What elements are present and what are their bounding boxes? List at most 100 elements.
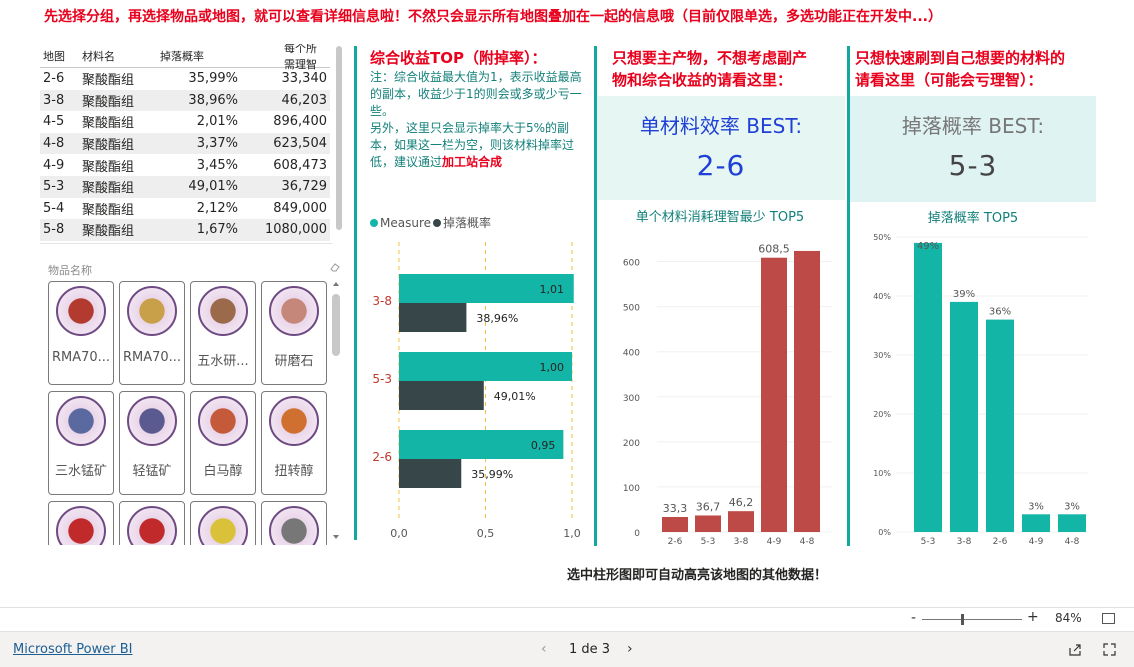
panel1-note-highlight: 加工站合成	[442, 155, 503, 169]
panel3-title-line2: 请看这里（可能会亏理智）：	[855, 71, 1043, 89]
cell-sanity: 33,340	[281, 71, 328, 87]
panel1-note-line2: 另外，这里只会显示掉率大于5%的副本，如果这一栏为空，则该材料掉率过低，建议通过…	[370, 120, 582, 171]
table-header: 地图 材料名 掉落概率 每个所需理智	[40, 44, 330, 71]
zoom-in-button[interactable]: +	[1027, 609, 1039, 625]
x-tick-label: 4-8	[1065, 537, 1080, 547]
slicer-item-label: 三水锰矿	[54, 464, 107, 479]
slicer-scroll-thumb[interactable]	[332, 294, 340, 356]
cell-droprate: 49,01%	[188, 179, 238, 195]
bar-label-droprate: 38,96%	[476, 312, 518, 325]
panel3-title-line1: 只想快速刷到自己想要的材料的	[855, 49, 1066, 67]
bar	[950, 301, 978, 532]
table-row[interactable]: 4-9 聚酸酯组 3,45% 608,473	[40, 154, 330, 176]
panel1-note-line1: 注：综合收益最大值为1，表示收益最高的副本，收益少于1的则会或多或少亏一些。	[370, 70, 582, 118]
cell-sanity: 36,729	[281, 179, 328, 195]
table-scrollbar[interactable]	[336, 46, 342, 230]
x-tick-label: 2-6	[668, 537, 683, 547]
table-row[interactable]: 4-8 聚酸酯组 3,37% 623,504	[40, 132, 330, 155]
map-table[interactable]: 地图 材料名 掉落概率 每个所需理智 2-6 聚酸酯组 35,99% 33,340 3-…	[40, 44, 330, 244]
table-row[interactable]: 3-8 聚酸酯组 38,96% 46,203	[40, 89, 330, 112]
cell-droprate: 2,01%	[196, 114, 238, 130]
cell-droprate: 3,45%	[196, 157, 238, 173]
bar-data-label: 36%	[989, 307, 1011, 318]
bar	[662, 516, 688, 532]
sanity-cost-chart[interactable]: 0 100 200 300 400 500 600 33,3 2-6 36,7 5-3 46,2 3-8…	[600, 228, 842, 550]
slicer-item[interactable]: 轻锰矿	[119, 391, 185, 495]
cell-material: 聚酸酯组	[82, 202, 135, 218]
panel1-title: 综合收益TOP（附掉率）：	[370, 49, 547, 67]
x-tick-label: 4-9	[1029, 537, 1044, 547]
cell-material: 聚酸酯组	[82, 138, 135, 154]
grindstone-icon	[269, 286, 319, 336]
bar-data-label: 3%	[1028, 501, 1044, 512]
table-row[interactable]: 2-6 聚酸酯组 35,99% 33,340	[40, 68, 330, 90]
legend-marker-measure	[370, 219, 378, 227]
bar	[695, 515, 721, 532]
droprate-kpi-label: 掉落概率 BEST:	[901, 114, 1045, 138]
x-tick-label: 3-8	[957, 537, 972, 547]
bar	[986, 319, 1014, 532]
slicer-item[interactable]	[261, 501, 327, 545]
zoom-slider-thumb[interactable]	[961, 614, 964, 625]
slicer-item[interactable]: 三水锰矿	[48, 391, 114, 495]
y-tick-label: 600	[623, 259, 640, 269]
table-row[interactable]: 5-4 聚酸酯组 2,12% 849,000	[40, 198, 330, 220]
table-row[interactable]: 5-3 聚酸酯组 49,01% 36,729	[40, 175, 330, 198]
zoom-out-button[interactable]: -	[911, 610, 916, 626]
y-tick-label: 40%	[873, 292, 891, 301]
slicer-item[interactable]: 五水研...	[190, 281, 256, 385]
efficiency-kpi-value: 2-6	[696, 149, 746, 182]
table-row[interactable]: 5-8 聚酸酯组 1,67% 1080,000	[40, 219, 330, 241]
table-body: 2-6 聚酸酯组 35,99% 33,340 3-8 聚酸酯组 38,96% 46,203 4-…	[40, 68, 330, 244]
col-header-droprate[interactable]: 掉落概率	[148, 48, 238, 64]
col-header-sanity[interactable]: 每个所需理智	[238, 44, 327, 72]
slicer-item[interactable]	[119, 501, 185, 545]
grindstone-pentahydrate-icon	[198, 286, 248, 336]
slicer-item[interactable]	[48, 501, 114, 545]
slicer-item[interactable]: 扭转醇	[261, 391, 327, 495]
bar-label-measure: 0,95	[531, 439, 556, 452]
grey-device-icon	[269, 506, 319, 545]
cell-sanity: 623,504	[273, 136, 327, 152]
droprate-chart[interactable]: 0% 10% 20% 30% 40% 50% 49% 5-3 39% 3-8 36% 2-6 3% 4-9…	[850, 228, 1096, 550]
bar-data-label: 39%	[953, 289, 975, 300]
x-tick-label: 1,0	[563, 527, 581, 540]
col-header-material[interactable]: 材料名	[82, 48, 148, 64]
bar-droprate	[399, 381, 484, 410]
combined-benefit-chart[interactable]: Measure 掉落概率 0,0 0,5 1,0 3-8 1,01 38,96% 5-3 1,00…	[360, 210, 590, 545]
next-page-icon[interactable]: ›	[627, 641, 633, 657]
rma70-24-icon	[127, 286, 177, 336]
bar-droprate	[399, 303, 467, 332]
cell-map: 4-5	[43, 114, 65, 130]
zoom-slider-track[interactable]	[922, 619, 1022, 620]
scroll-down-icon[interactable]	[333, 535, 339, 539]
table-row[interactable]: 4-5 聚酸酯组 2,01% 896,400	[40, 111, 330, 133]
slicer-item[interactable]: 白马醇	[190, 391, 256, 495]
scroll-up-icon[interactable]	[333, 282, 339, 286]
x-tick-label: 0,0	[390, 527, 408, 540]
droprate-kpi-card[interactable]: 掉落概率 BEST: 5-3	[850, 96, 1096, 202]
y-tick-label: 10%	[873, 469, 891, 478]
loxic-kohl-icon	[127, 396, 177, 446]
cell-map: 4-8	[43, 136, 65, 152]
cell-sanity: 608,473	[273, 157, 327, 173]
instruction-banner: 先选择分组，再选择物品或地图，就可以查看详细信息啦！不然只会显示所有地图叠加在一…	[44, 9, 942, 25]
bar-data-label: 36,7	[696, 500, 721, 513]
fullscreen-icon[interactable]	[1103, 643, 1116, 656]
cell-sanity: 849,000	[273, 200, 327, 216]
x-tick-label: 5-3	[701, 537, 716, 547]
slicer-item[interactable]: 研磨石	[261, 281, 327, 385]
powerbi-link[interactable]: Microsoft Power BI	[13, 642, 132, 657]
slicer-item[interactable]: RMA70...	[48, 281, 114, 385]
slicer-item-label: 轻锰矿	[132, 464, 172, 479]
slicer-item[interactable]: RMA70...	[119, 281, 185, 385]
prev-page-icon[interactable]: ‹	[541, 641, 547, 657]
item-slicer[interactable]: RMA70... RMA70... 五水研... 研磨石 三水锰矿 轻锰矿 白马醇 扭转醇	[46, 279, 330, 545]
bar-data-label: 46,2	[729, 496, 754, 509]
slicer-item[interactable]	[190, 501, 256, 545]
share-icon[interactable]	[1068, 643, 1082, 656]
fit-to-page-icon[interactable]	[1102, 613, 1115, 624]
eraser-icon[interactable]	[330, 262, 340, 272]
col-header-map[interactable]: 地图	[40, 48, 82, 64]
efficiency-kpi-card[interactable]: 单材料效率 BEST: 2-6	[597, 96, 845, 200]
